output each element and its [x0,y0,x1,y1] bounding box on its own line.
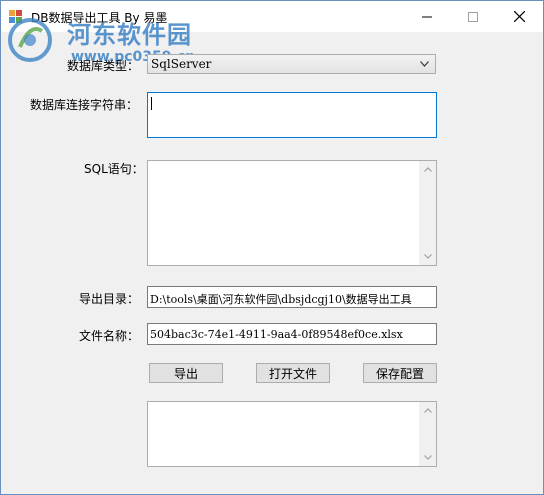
scroll-up-icon [423,167,432,172]
minimize-button[interactable] [404,1,450,32]
close-button[interactable] [496,1,542,32]
maximize-icon [468,11,478,22]
scroll-down-icon [423,254,432,259]
scroll-down-icon [423,455,432,460]
scroll-down-button[interactable] [419,248,436,265]
main-window: DB数据导出工具 By 易墨 河东软件园 www.pc0359.cn 数据库类型… [0,0,544,495]
export-dir-label: 导出目录： [79,292,140,306]
minimize-icon [422,16,432,17]
db-type-select[interactable]: SqlServer [147,54,436,74]
export-dir-input[interactable]: D:\tools\桌面\河东软件园\dbsjdcgj10\数据导出工具 [147,286,437,308]
sql-textarea[interactable] [147,160,437,266]
log-scrollbar[interactable] [419,402,436,466]
file-name-value: 504bac3c-74e1-4911-9aa4-0f89548ef0ce.xls… [150,328,403,341]
app-icon [9,10,22,23]
conn-string-input[interactable] [147,92,437,138]
maximize-button[interactable] [450,1,496,32]
dropdown-arrow-icon [420,61,429,67]
sql-scrollbar[interactable] [419,161,436,265]
conn-string-label: 数据库连接字符串： [30,98,139,112]
log-scroll-down-button[interactable] [419,449,436,466]
scroll-up-button[interactable] [419,161,436,178]
db-type-label: 数据库类型： [67,59,140,73]
file-name-label: 文件名称： [79,329,140,343]
close-icon [513,11,525,22]
export-button[interactable]: 导出 [149,363,223,383]
log-textarea[interactable] [147,401,437,467]
file-name-input[interactable]: 504bac3c-74e1-4911-9aa4-0f89548ef0ce.xls… [147,323,437,345]
open-file-button[interactable]: 打开文件 [256,363,330,383]
export-dir-value: D:\tools\桌面\河东软件园\dbsjdcgj10\数据导出工具 [150,293,412,306]
window-title: DB数据导出工具 By 易墨 [31,11,168,25]
save-config-button[interactable]: 保存配置 [363,363,437,383]
scroll-up-icon [423,408,432,413]
log-scroll-up-button[interactable] [419,402,436,419]
sql-label: SQL语句： [84,162,144,176]
db-type-value: SqlServer [151,57,212,71]
title-bar[interactable]: DB数据导出工具 By 易墨 [1,1,543,32]
text-caret [151,97,152,110]
